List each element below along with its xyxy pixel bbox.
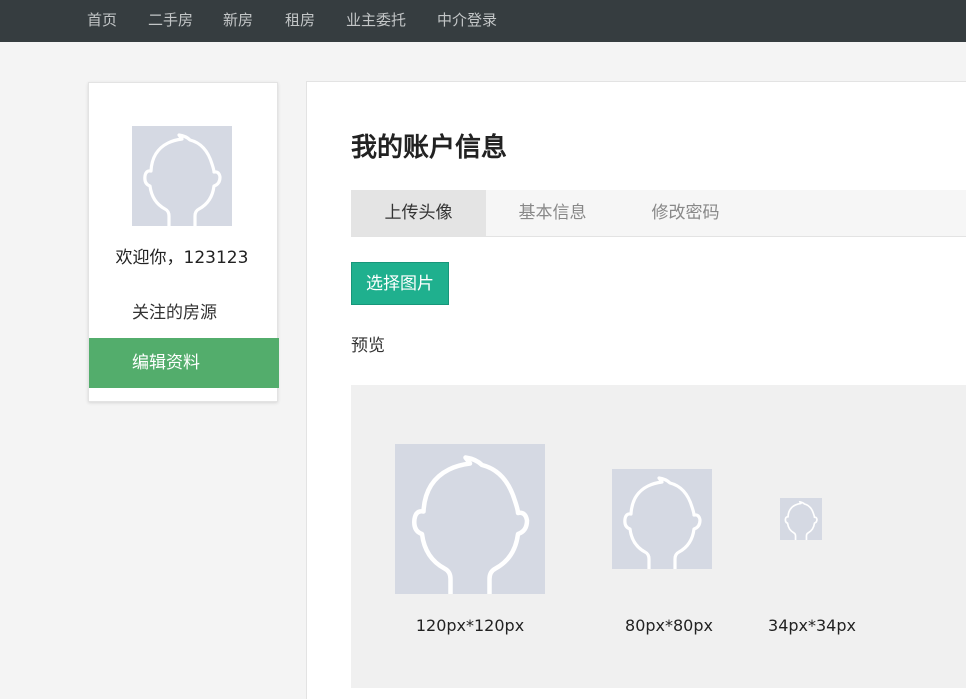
avatar-preview-small-icon xyxy=(780,498,822,540)
nav-rentals[interactable]: 租房 xyxy=(285,0,315,40)
default-user-avatar-icon xyxy=(132,126,232,226)
edit-profile-link[interactable]: 编辑资料 xyxy=(89,338,279,388)
preview-caption-large: 120px*120px xyxy=(415,616,525,635)
nav-new-homes[interactable]: 新房 xyxy=(223,0,253,40)
select-image-button[interactable]: 选择图片 xyxy=(351,262,449,305)
avatar-preview-area: 120px*120px 80px*80px 34px*34px xyxy=(351,385,966,688)
followed-listings-link[interactable]: 关注的房源 xyxy=(89,288,279,338)
top-navigation-bar: 首页 二手房 新房 租房 业主委托 中介登录 xyxy=(0,0,966,42)
nav-agent-login[interactable]: 中介登录 xyxy=(437,0,497,40)
avatar-preview-large-icon xyxy=(395,444,545,594)
account-panel: 我的账户信息 上传头像 基本信息 修改密码 选择图片 预览 120px*120p… xyxy=(306,81,966,699)
tab-change-password[interactable]: 修改密码 xyxy=(619,190,752,236)
avatar-preview-medium-icon xyxy=(612,469,712,569)
nav-owner-entrust[interactable]: 业主委托 xyxy=(346,0,406,40)
user-sidebar: 欢迎你，123123 关注的房源 编辑资料 xyxy=(88,82,279,402)
account-tabs: 上传头像 基本信息 修改密码 xyxy=(351,190,966,237)
page-title: 我的账户信息 xyxy=(351,133,508,163)
nav-second-hand[interactable]: 二手房 xyxy=(148,0,193,40)
tab-basic-info[interactable]: 基本信息 xyxy=(486,190,619,236)
nav-home[interactable]: 首页 xyxy=(87,0,117,40)
preview-label: 预览 xyxy=(351,336,385,356)
welcome-text: 欢迎你，123123 xyxy=(115,248,249,268)
preview-caption-small: 34px*34px xyxy=(768,616,856,635)
preview-caption-medium: 80px*80px xyxy=(625,616,713,635)
tab-upload-avatar[interactable]: 上传头像 xyxy=(351,190,486,236)
